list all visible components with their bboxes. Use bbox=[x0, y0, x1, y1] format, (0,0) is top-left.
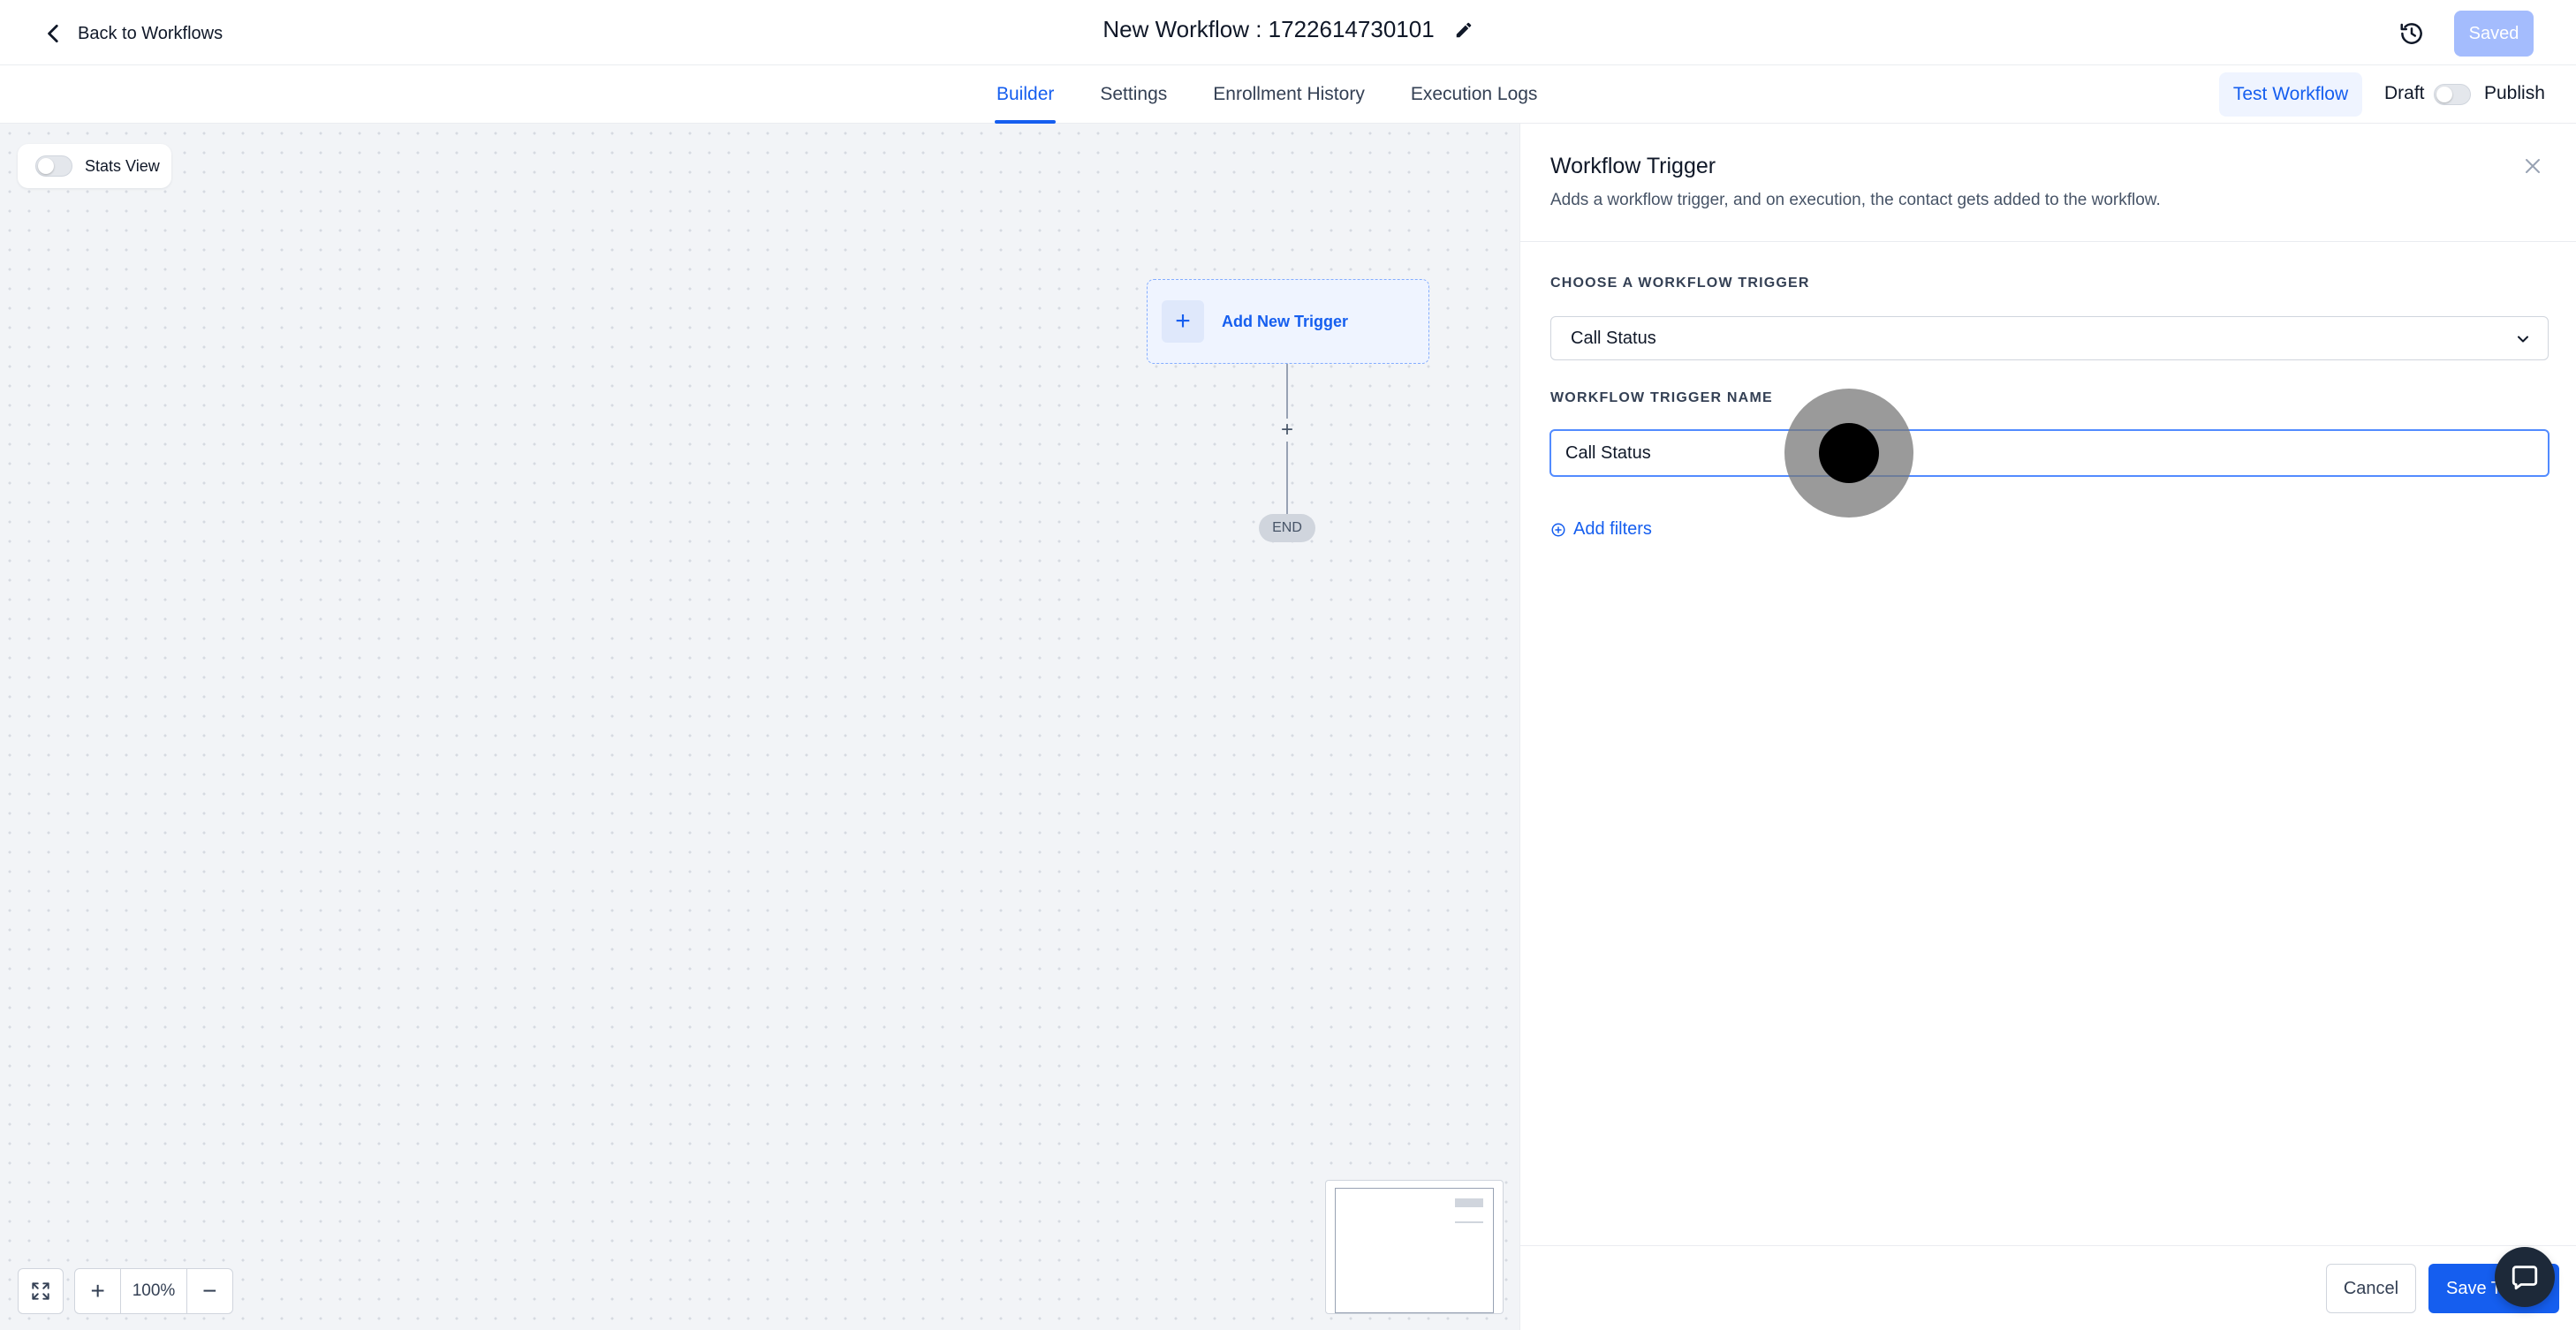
connector-line bbox=[1286, 442, 1288, 514]
connector-line bbox=[1286, 364, 1288, 419]
publish-toggle[interactable] bbox=[2434, 84, 2471, 105]
stats-view-label: Stats View bbox=[85, 156, 160, 175]
plus-icon: + bbox=[1162, 300, 1204, 343]
trigger-type-select[interactable]: Call Status bbox=[1550, 316, 2549, 360]
tab-execution-logs[interactable]: Execution Logs bbox=[1409, 65, 1540, 124]
stats-view-toggle[interactable] bbox=[35, 155, 72, 177]
workflow-canvas[interactable]: Stats View + Add New Trigger + END + 100… bbox=[0, 124, 1519, 1330]
minimap[interactable] bbox=[1325, 1180, 1504, 1314]
close-panel-button[interactable] bbox=[2519, 152, 2547, 180]
history-clock-icon bbox=[2400, 23, 2422, 44]
tab-builder[interactable]: Builder bbox=[995, 65, 1057, 124]
workflow-trigger-panel: Workflow Trigger Adds a workflow trigger… bbox=[1519, 124, 2576, 1330]
panel-footer: Cancel Save Trigger bbox=[1520, 1245, 2576, 1330]
zoom-controls: + 100% − bbox=[74, 1268, 233, 1314]
close-icon bbox=[2526, 159, 2540, 173]
expand-icon bbox=[32, 1282, 49, 1300]
stats-view-control: Stats View bbox=[18, 144, 171, 188]
trigger-name-label: WORKFLOW TRIGGER NAME bbox=[1550, 390, 1773, 405]
add-filters-label: Add filters bbox=[1573, 519, 1652, 539]
top-header: Back to Workflows New Workflow : 1722614… bbox=[0, 0, 2576, 65]
test-workflow-button[interactable]: Test Workflow bbox=[2219, 72, 2362, 117]
trigger-name-input[interactable] bbox=[1549, 429, 2549, 477]
workflow-title: New Workflow : 1722614730101 bbox=[1102, 16, 1435, 42]
publish-label: Publish bbox=[2484, 83, 2545, 103]
panel-header: Workflow Trigger Adds a workflow trigger… bbox=[1520, 124, 2576, 242]
panel-title: Workflow Trigger bbox=[1550, 154, 1716, 178]
tab-bar: Builder Settings Enrollment History Exec… bbox=[0, 65, 2576, 124]
click-indicator-dot bbox=[1819, 423, 1879, 483]
chat-bubble-icon bbox=[2512, 1266, 2538, 1290]
cancel-button[interactable]: Cancel bbox=[2326, 1264, 2416, 1313]
saved-button[interactable]: Saved bbox=[2454, 11, 2534, 57]
history-button[interactable] bbox=[2396, 18, 2428, 49]
chevron-down-icon bbox=[2518, 336, 2528, 343]
fit-view-button[interactable] bbox=[18, 1268, 64, 1314]
chat-launcher-button[interactable] bbox=[2495, 1247, 2555, 1307]
plus-circle-icon bbox=[1551, 523, 1565, 536]
minimap-node bbox=[1455, 1221, 1483, 1223]
zoom-out-button[interactable]: − bbox=[187, 1269, 232, 1313]
zoom-in-button[interactable]: + bbox=[75, 1269, 120, 1313]
add-step-button[interactable]: + bbox=[1276, 418, 1299, 442]
pencil-icon[interactable] bbox=[1454, 20, 1474, 40]
choose-trigger-label: CHOOSE A WORKFLOW TRIGGER bbox=[1550, 276, 1810, 291]
workflow-title-area: New Workflow : 1722614730101 bbox=[0, 16, 2576, 43]
add-new-trigger-node[interactable]: + Add New Trigger bbox=[1147, 279, 1429, 364]
zoom-level: 100% bbox=[120, 1269, 187, 1313]
draft-label: Draft bbox=[2384, 83, 2425, 103]
workflow-tabs: Builder Settings Enrollment History Exec… bbox=[995, 65, 1539, 124]
minimap-node bbox=[1455, 1198, 1483, 1207]
end-node: END bbox=[1259, 514, 1315, 542]
add-new-trigger-label: Add New Trigger bbox=[1222, 312, 1349, 330]
panel-description: Adds a workflow trigger, and on executio… bbox=[1550, 191, 2161, 209]
add-filters-link[interactable]: Add filters bbox=[1550, 519, 1652, 540]
tab-enrollment-history[interactable]: Enrollment History bbox=[1211, 65, 1367, 124]
selected-trigger: Call Status bbox=[1571, 328, 1656, 348]
tab-settings[interactable]: Settings bbox=[1098, 65, 1169, 124]
